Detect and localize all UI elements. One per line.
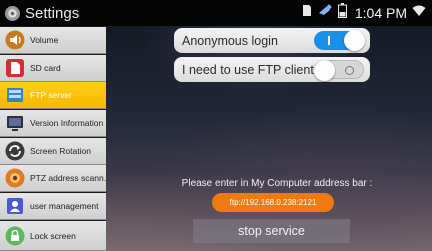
app-title: Settings bbox=[25, 4, 80, 22]
anonymous-login-row[interactable]: Anonymous login bbox=[174, 28, 370, 53]
ftp-client-toggle[interactable] bbox=[314, 60, 364, 81]
sidebar-item-ptz-address-scan[interactable]: PTZ address scann... bbox=[0, 165, 106, 192]
stop-service-button[interactable]: stop service bbox=[193, 219, 350, 243]
server-icon bbox=[5, 85, 25, 105]
monitor-icon bbox=[5, 113, 25, 133]
ftp-client-label: I need to use FTP client bbox=[182, 62, 314, 77]
address-instruction: Please enter in My Computer address bar … bbox=[181, 178, 373, 189]
status-icons: 1:04 PM bbox=[302, 0, 426, 26]
sidebar-item-user-management[interactable]: user management bbox=[0, 193, 106, 220]
user-icon bbox=[5, 196, 25, 216]
battery-icon bbox=[337, 3, 347, 23]
toggle-knob bbox=[344, 30, 365, 51]
off-mark-icon bbox=[345, 66, 354, 75]
lock-icon bbox=[5, 226, 25, 246]
rotation-icon bbox=[5, 141, 25, 161]
ftp-address-badge: ftp://192.168.0.238:2121 bbox=[212, 193, 334, 212]
usb-icon bbox=[317, 4, 333, 22]
sidebar-item-screen-rotation[interactable]: Screen Rotation bbox=[0, 138, 106, 165]
ptz-camera-icon bbox=[5, 168, 25, 188]
ftp-client-row[interactable]: I need to use FTP client bbox=[174, 57, 370, 82]
status-bar: Settings 1:04 PM bbox=[0, 0, 432, 26]
sidebar-item-ftp-server[interactable]: FTP server bbox=[0, 82, 106, 109]
gear-icon bbox=[4, 5, 21, 22]
sidebar-item-volume[interactable]: Volume bbox=[0, 27, 106, 54]
status-time: 1:04 PM bbox=[354, 5, 407, 21]
anonymous-login-toggle[interactable] bbox=[314, 30, 365, 51]
sd-card-icon bbox=[5, 58, 25, 78]
toggle-knob bbox=[314, 60, 335, 81]
settings-sidebar: Volume SD card FTP server Version Inform… bbox=[0, 26, 106, 251]
ftp-server-panel: Anonymous login I need to use FTP client… bbox=[106, 26, 432, 251]
wifi-icon bbox=[412, 4, 426, 22]
anonymous-login-label: Anonymous login bbox=[182, 33, 278, 48]
speaker-icon bbox=[5, 30, 25, 50]
sim-card-icon bbox=[302, 4, 312, 22]
sidebar-item-sd-card[interactable]: SD card bbox=[0, 55, 106, 82]
sidebar-item-version-information[interactable]: Version Information bbox=[0, 110, 106, 137]
sidebar-item-lock-screen[interactable]: Lock screen bbox=[0, 221, 106, 251]
on-mark-icon bbox=[328, 36, 330, 45]
